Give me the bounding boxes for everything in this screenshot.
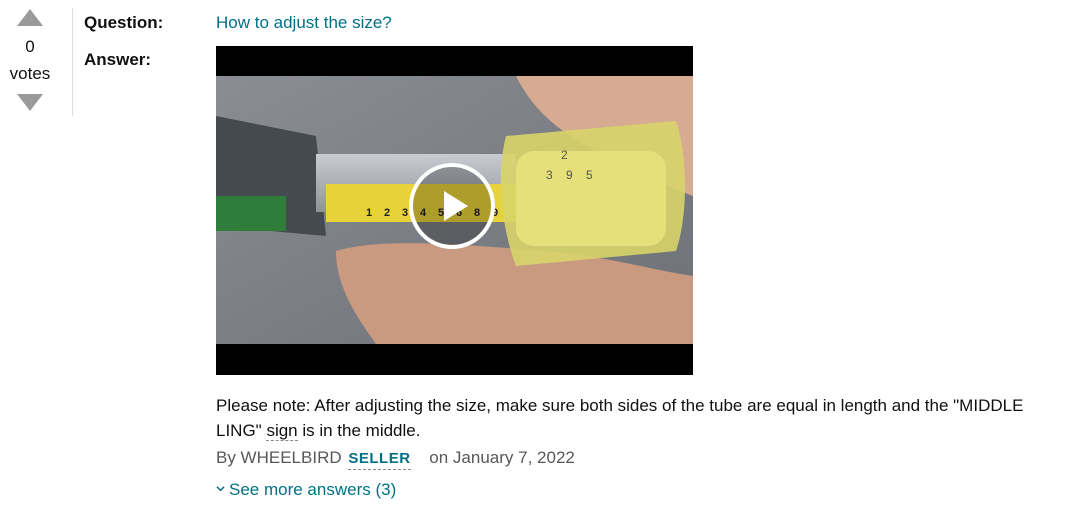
question-label: Question: [84, 13, 164, 32]
question-link[interactable]: How to adjust the size? [216, 12, 392, 34]
vote-count: 0 [25, 37, 35, 56]
tape-mark: 2 [384, 207, 390, 219]
tape-mark: 2 [561, 148, 568, 162]
chevron-down-icon [216, 486, 225, 492]
tape-mark: 3 [402, 207, 408, 219]
tape-mark: 9 [566, 168, 573, 182]
upvote-arrow-icon[interactable] [17, 9, 43, 26]
seller-badge[interactable]: SELLER [348, 449, 411, 470]
answer-label: Answer: [84, 50, 152, 69]
tape-mark: 1 [366, 207, 372, 219]
tape-mark: 5 [586, 168, 593, 182]
play-button[interactable] [409, 163, 495, 249]
byline-author: By WHEELBIRD [216, 448, 342, 467]
vote-widget: 0 votes [0, 0, 60, 118]
vote-divider [72, 8, 73, 116]
downvote-arrow-icon[interactable] [17, 94, 43, 111]
see-more-answers-link[interactable]: See more answers (3) [216, 478, 396, 502]
answer-video[interactable]: 1 2 3 4 5 6 8 9 2 3 9 5 [216, 46, 693, 375]
answer-text-tooltip-word[interactable]: sign [266, 421, 298, 441]
vote-label: votes [9, 64, 51, 83]
play-icon [444, 191, 468, 221]
answer-text: Please note: After adjusting the size, m… [216, 393, 1056, 443]
answer-date: on January 7, 2022 [429, 448, 575, 467]
answer-text-part2: is in the middle. [297, 421, 421, 440]
see-more-label: See more answers (3) [229, 480, 397, 499]
tape-mark: 3 [546, 168, 553, 182]
answer-byline: By WHEELBIRD SELLER on January 7, 2022 [216, 446, 575, 470]
